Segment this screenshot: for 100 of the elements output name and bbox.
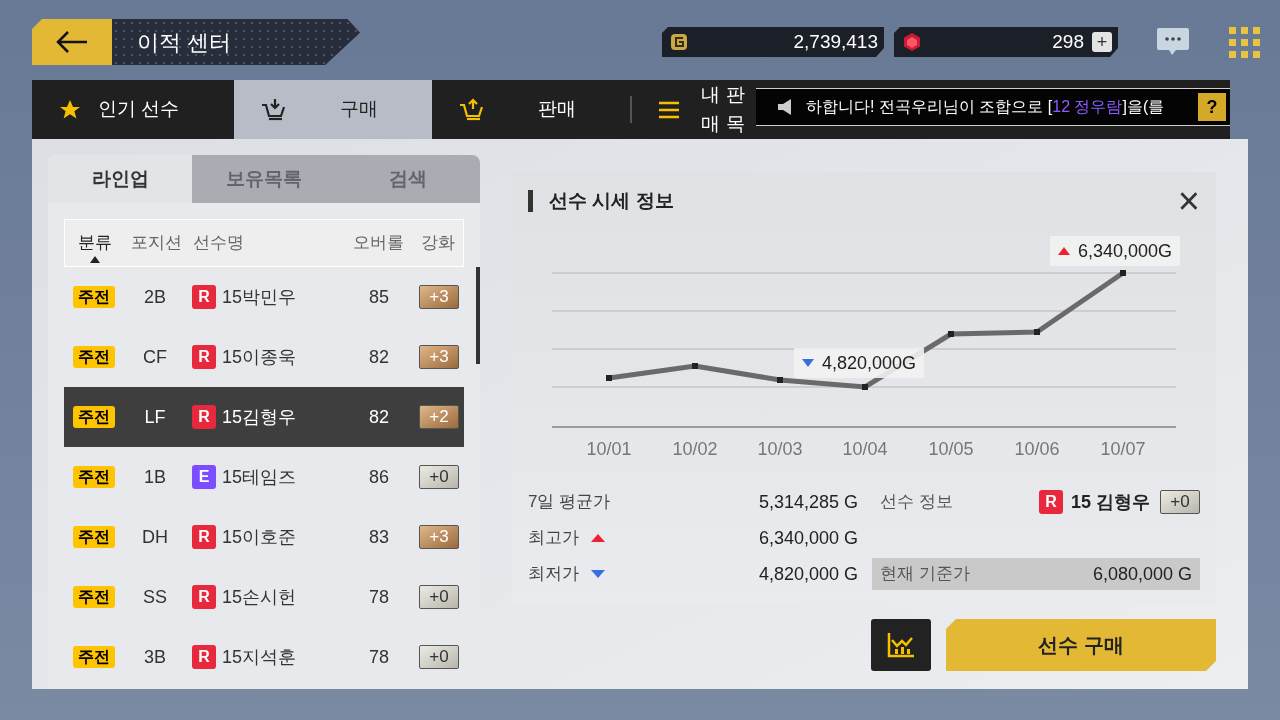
grade-tag: R [192,645,216,669]
date-label: 10/05 [927,438,975,461]
position-text: SS [142,585,168,609]
stat-label: 최저가 [528,563,579,586]
column-header[interactable]: 포지션 [125,222,187,264]
stat-label: 현재 기준가 [880,563,971,586]
column-header[interactable]: 선수명 [187,222,343,264]
enhance-tag: +2 [419,405,459,429]
position-text: LF [143,405,167,429]
overall-text: 78 [368,585,390,609]
grade-tag: R [192,585,216,609]
scrollbar[interactable] [476,267,480,364]
page-title: 이적 센터 [137,28,232,57]
position-text: CF [142,345,168,369]
currency-amount: 298 [1051,29,1084,54]
down-triangle-icon [802,359,814,367]
player-name: 15손시헌 [222,585,297,609]
player-row[interactable]: 주전 3B R 15지석훈 78 +0 [64,627,464,687]
list-icon [658,99,680,120]
buy-player-button[interactable]: 선수 구매 [946,619,1216,671]
chart-button[interactable] [871,619,931,671]
up-triangle-icon [1058,247,1070,255]
tab[interactable]: 라인업 [48,155,192,203]
grade-tag: R [192,405,216,429]
chart-icon [887,632,915,658]
currency-amount: 2,739,413 [792,29,878,54]
enhance-tag: +0 [419,585,459,609]
overall-text: 82 [368,345,390,369]
position-text: DH [141,525,169,549]
role-tag: 주전 [73,586,115,608]
up-triangle-icon [591,534,605,542]
player-row[interactable]: 주전 LF R 15김형우 82 +2 [64,387,464,447]
role-tag: 주전 [73,286,115,308]
ticker-message: 하합니다! 전곡우리님이 조합으로 [12 정우람]을(를 [806,97,1166,117]
role-tag: 주전 [73,646,115,668]
stat-label: 선수 정보 [880,491,954,514]
close-button[interactable]: × [1177,182,1200,220]
stat-label: 최고가 [528,527,579,550]
player-name: 15 김형우 [1070,490,1150,514]
player-row[interactable]: 주전 DH R 15이호준 83 +3 [64,507,464,567]
column-header[interactable]: 분류 [65,222,125,264]
stat-value: 6,080,000 G [1092,562,1192,586]
help-button[interactable]: ? [1198,93,1226,121]
role-tag: 주전 [73,346,115,368]
column-header[interactable]: 오버롤 [343,222,413,264]
date-label: 10/04 [841,438,889,461]
position-text: 3B [143,645,167,669]
tab[interactable]: 구매 [234,80,432,139]
grade-tag: R [192,525,216,549]
overall-text: 85 [368,285,390,309]
player-row[interactable]: 주전 1B E 15테임즈 86 +0 [64,447,464,507]
column-header[interactable]: 강화 [413,222,463,264]
player-name: 15박민우 [222,285,297,309]
player-name: 15테임즈 [222,465,297,489]
gem-icon [902,32,922,52]
cart-download-icon [260,97,288,122]
grade-tag: R [192,285,216,309]
back-arrow-icon [55,30,89,54]
position-text: 2B [143,285,167,309]
role-tag: 주전 [73,526,115,548]
overall-text: 82 [368,405,390,429]
tab[interactable]: 인기 선수 [32,80,234,139]
enhance-tag: +0 [1160,490,1200,514]
grade-tag: R [192,345,216,369]
enhance-tag: +3 [419,285,459,309]
overall-text: 86 [368,465,390,489]
player-row[interactable]: 주전 SS R 15손시헌 78 +0 [64,567,464,627]
player-name: 15김형우 [222,405,297,429]
coin-icon [670,33,688,51]
back-button[interactable] [32,19,112,65]
player-row[interactable]: 주전 CF R 15이종욱 82 +3 [64,327,464,387]
cart-upload-icon [458,97,486,122]
grid-menu-icon [1228,26,1260,58]
player-name: 15지석훈 [222,645,297,669]
date-label: 10/07 [1099,438,1147,461]
price-label: 4,820,000G [822,351,917,375]
stat-label: 7일 평균가 [528,491,611,514]
player-row[interactable]: 주전 2B R 15박민우 85 +3 [64,267,464,327]
position-text: 1B [143,465,167,489]
date-label: 10/02 [671,438,719,461]
player-name: 15이종욱 [222,345,297,369]
stat-value: 5,314,285 G [758,490,858,514]
title-marker [528,190,533,212]
role-tag: 주전 [73,466,115,488]
date-label: 10/06 [1013,438,1061,461]
date-label: 10/01 [585,438,633,461]
role-tag: 주전 [73,406,115,428]
grade-tag: E [192,465,216,489]
enhance-tag: +0 [419,465,459,489]
price-label: 6,340,000G [1078,239,1173,263]
sort-arrow-icon [90,255,100,263]
down-triangle-icon [591,570,605,578]
player-name: 15이호준 [222,525,297,549]
tab[interactable]: 판매 [432,80,630,139]
tab[interactable]: 내 판매 목 [632,80,754,139]
enhance-tag: +0 [419,645,459,669]
overall-text: 83 [368,525,390,549]
date-label: 10/03 [756,438,804,461]
add-gems-button[interactable]: + [1092,32,1112,52]
enhance-tag: +3 [419,525,459,549]
